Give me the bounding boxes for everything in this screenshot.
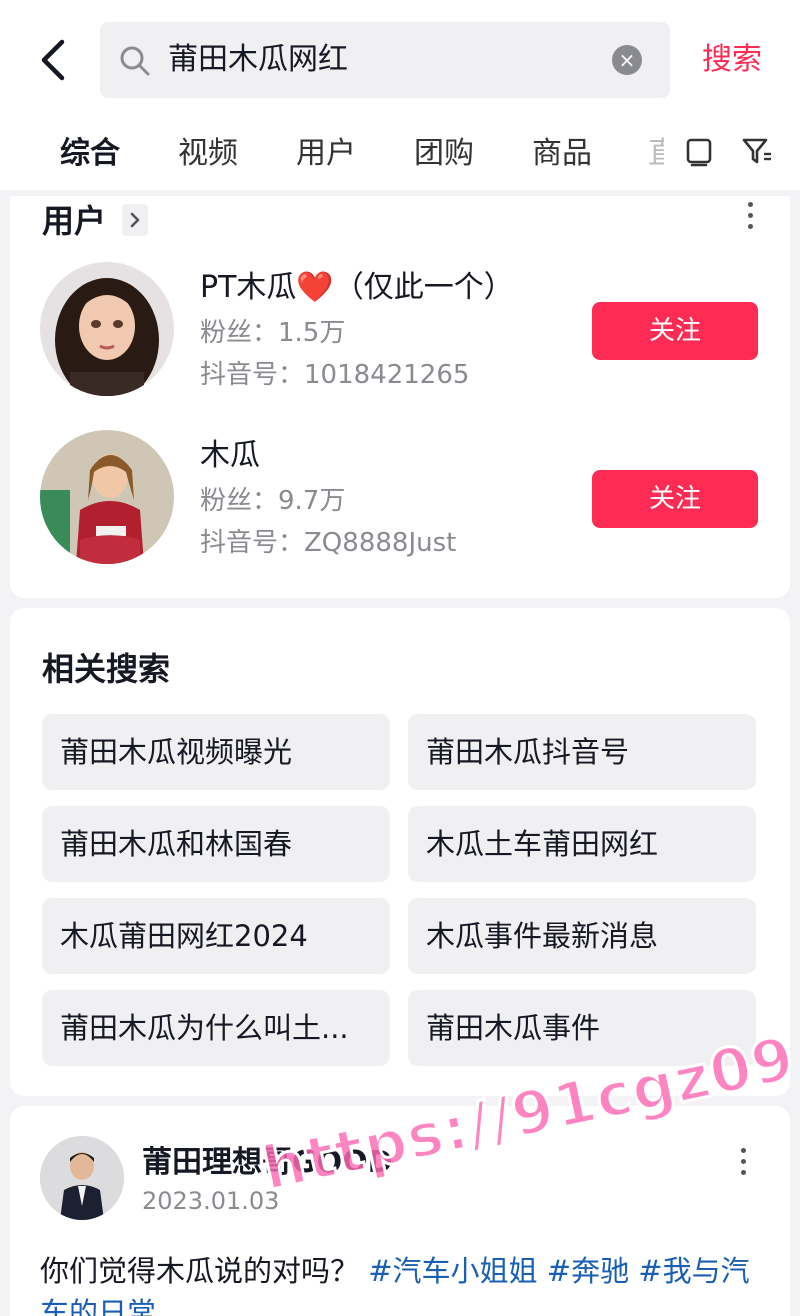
users-more-arrow[interactable] (122, 204, 148, 236)
follow-button[interactable]: 关注 (592, 302, 758, 360)
tab-bar: 综合 视频 用户 团购 商品 直 (0, 126, 800, 182)
user-fans: 粉丝：9.7万 (200, 486, 346, 516)
more-options-icon[interactable] (738, 1148, 748, 1182)
search-button[interactable]: 搜索 (702, 40, 762, 80)
user-result-row[interactable]: 木瓜 粉丝：9.7万 抖音号：ZQ8888Just 关注 (10, 430, 790, 580)
hashtag[interactable]: #奔驰 (547, 1254, 629, 1288)
clear-icon[interactable]: × (612, 45, 642, 75)
top-bar: 莆田木瓜网红 × 搜索 综合 视频 用户 团购 商品 直 (0, 0, 800, 190)
related-search-chip[interactable]: 木瓜事件最新消息 (408, 898, 756, 974)
more-options-icon[interactable] (745, 202, 755, 236)
user-name[interactable]: 木瓜 (200, 436, 260, 476)
filter-icon[interactable] (740, 134, 774, 168)
chevron-left-icon (41, 39, 65, 81)
related-search-chip[interactable]: 莆田木瓜抖音号 (408, 714, 756, 790)
search-box[interactable]: 莆田木瓜网红 × (100, 22, 670, 98)
search-icon (120, 46, 150, 76)
related-searches-title: 相关搜索 (42, 650, 171, 688)
tab-live[interactable]: 直 (648, 134, 664, 174)
users-section-title[interactable]: 用户 (42, 196, 106, 242)
search-input[interactable]: 莆田木瓜网红 (168, 42, 348, 78)
user-douyin-id: 抖音号：1018421265 (200, 360, 470, 390)
user-result-row[interactable]: PT木瓜❤️（仅此一个） 粉丝：1.5万 抖音号：1018421265 关注 (10, 262, 790, 412)
tab-group-buy[interactable]: 团购 (414, 134, 474, 174)
related-search-chip[interactable]: 莆田木瓜视频曝光 (42, 714, 390, 790)
tab-videos[interactable]: 视频 (178, 134, 238, 174)
avatar[interactable] (40, 262, 174, 396)
related-searches-section: 相关搜索 莆田木瓜视频曝光 莆田木瓜抖音号 莆田木瓜和林国春 木瓜土车莆田网红 … (10, 608, 790, 1096)
user-fans: 粉丝：1.5万 (200, 318, 346, 348)
copy-icon[interactable] (682, 134, 716, 168)
user-douyin-id: 抖音号：ZQ8888Just (200, 528, 457, 558)
tab-products[interactable]: 商品 (532, 134, 592, 174)
user-name[interactable]: PT木瓜❤️（仅此一个） (200, 268, 514, 308)
tab-users[interactable]: 用户 (296, 134, 356, 174)
tab-comprehensive[interactable]: 综合 (60, 134, 120, 174)
author-avatar[interactable] (40, 1136, 124, 1220)
related-search-chip[interactable]: 莆田木瓜事件 (408, 990, 756, 1066)
related-search-chip[interactable]: 莆田木瓜和林国春 (42, 806, 390, 882)
caption-text: 你们觉得木瓜说的对吗？ (40, 1254, 360, 1288)
users-section: 用户 PT木瓜❤️（仅此一个） 粉丝：1.5万 抖音号：1018421265 关… (10, 196, 790, 598)
avatar[interactable] (40, 430, 174, 564)
related-search-chip[interactable]: 木瓜莆田网红2024 (42, 898, 390, 974)
video-post-card[interactable]: 莆田理想哥GOOD 2023.01.03 你们觉得木瓜说的对吗？ #汽车小姐姐 … (10, 1106, 790, 1316)
post-caption[interactable]: 你们觉得木瓜说的对吗？ #汽车小姐姐 #奔驰 #我与汽车的日常 (40, 1250, 760, 1316)
author-name[interactable]: 莆田理想哥GOOD (142, 1144, 393, 1182)
related-search-chip[interactable]: 莆田木瓜为什么叫土... (42, 990, 390, 1066)
back-button[interactable] (36, 38, 76, 82)
post-date: 2023.01.03 (142, 1187, 280, 1215)
hashtag[interactable]: #汽车小姐姐 (368, 1254, 537, 1288)
follow-button[interactable]: 关注 (592, 470, 758, 528)
chevron-right-icon (130, 212, 140, 228)
related-search-chip[interactable]: 木瓜土车莆田网红 (408, 806, 756, 882)
